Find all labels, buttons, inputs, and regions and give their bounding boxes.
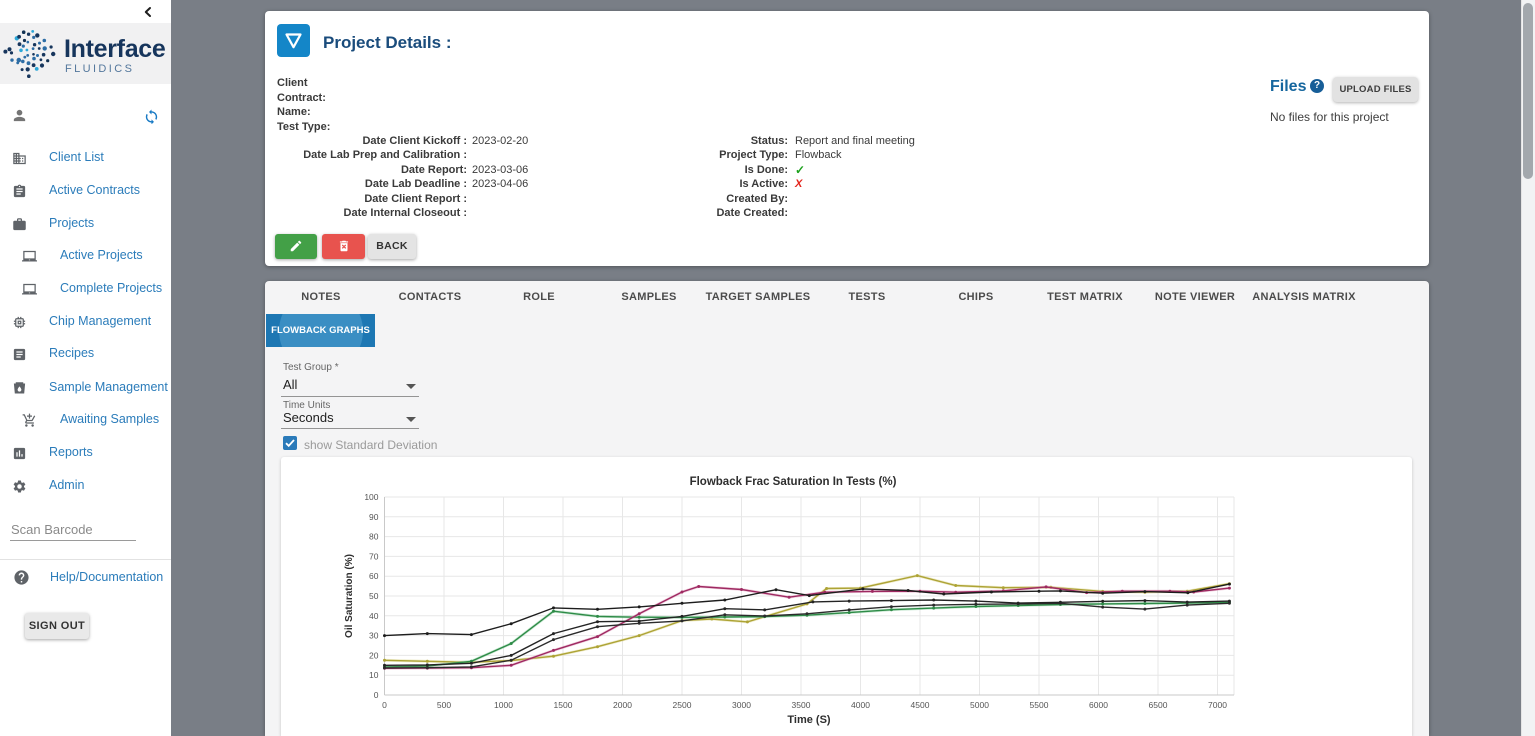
svg-text:50: 50 <box>369 591 379 601</box>
svg-text:4500: 4500 <box>911 700 930 710</box>
svg-text:30: 30 <box>369 631 379 641</box>
svg-text:90: 90 <box>369 512 379 522</box>
svg-text:3000: 3000 <box>732 700 751 710</box>
svg-text:5000: 5000 <box>970 700 989 710</box>
svg-text:500: 500 <box>437 700 451 710</box>
svg-text:5500: 5500 <box>1030 700 1049 710</box>
svg-text:10: 10 <box>369 670 379 680</box>
svg-text:Oil Saturation (%): Oil Saturation (%) <box>344 554 355 638</box>
svg-text:4000: 4000 <box>851 700 870 710</box>
svg-text:2500: 2500 <box>673 700 692 710</box>
svg-text:7000: 7000 <box>1208 700 1227 710</box>
svg-text:0: 0 <box>382 700 387 710</box>
svg-text:0: 0 <box>374 690 379 700</box>
svg-text:40: 40 <box>369 611 379 621</box>
svg-text:Time (S): Time (S) <box>787 714 831 726</box>
svg-text:20: 20 <box>369 650 379 660</box>
svg-text:70: 70 <box>369 551 379 561</box>
svg-text:6000: 6000 <box>1089 700 1108 710</box>
svg-text:80: 80 <box>369 532 379 542</box>
svg-text:60: 60 <box>369 571 379 581</box>
svg-text:3500: 3500 <box>792 700 811 710</box>
svg-text:6500: 6500 <box>1149 700 1168 710</box>
svg-text:2000: 2000 <box>613 700 632 710</box>
svg-text:100: 100 <box>364 492 378 502</box>
svg-text:1000: 1000 <box>494 700 513 710</box>
svg-text:1500: 1500 <box>554 700 573 710</box>
svg-text:Flowback Frac Saturation In Te: Flowback Frac Saturation In Tests (%) <box>690 476 897 488</box>
